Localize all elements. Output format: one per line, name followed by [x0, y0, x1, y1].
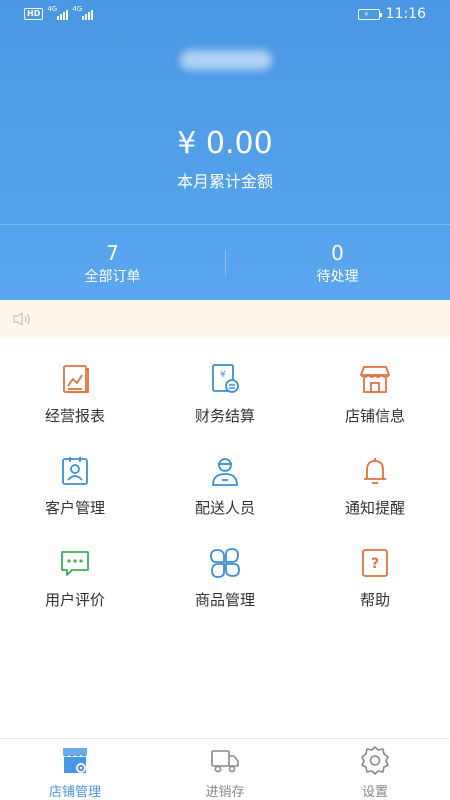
- delivery-person-icon: [212, 458, 238, 486]
- signal-icon: 4G: [72, 5, 94, 20]
- menu-item-goods[interactable]: 商品管理: [150, 539, 300, 619]
- menu-item-review[interactable]: 用户评价: [0, 539, 150, 619]
- tab-inventory[interactable]: 进销存: [150, 739, 300, 800]
- menu-label: 用户评价: [44, 591, 105, 609]
- menu-item-notify[interactable]: 通知提醒: [300, 447, 450, 527]
- menu-label: 帮助: [359, 591, 390, 609]
- menu-label: 店铺信息: [344, 407, 405, 425]
- monthly-amount: ¥ 0.00: [177, 126, 273, 161]
- all-orders-label: 全部订单: [84, 269, 141, 285]
- gear-icon: [361, 746, 389, 775]
- menu-item-finance[interactable]: ¥ 财务结算: [150, 355, 300, 435]
- finance-settlement-icon: ¥: [212, 364, 239, 393]
- pending-count: 0: [331, 241, 344, 265]
- speaker-icon: [13, 312, 30, 326]
- pending-label: 待处理: [316, 269, 359, 285]
- svg-text:?: ?: [371, 556, 379, 572]
- help-icon: ?: [362, 549, 388, 577]
- menu-label: 通知提醒: [344, 499, 405, 517]
- store-icon: [360, 366, 390, 393]
- hd-badge: HD: [24, 8, 44, 20]
- bottom-tab-bar: 店铺管理 进销存 设置: [0, 738, 450, 800]
- truck-icon: [211, 750, 239, 773]
- menu-label: 商品管理: [194, 591, 255, 609]
- menu-label: 财务结算: [194, 407, 255, 425]
- chat-bubble-icon: [61, 551, 89, 576]
- report-chart-icon: [63, 365, 89, 393]
- petals-icon: [210, 548, 240, 578]
- bell-icon: [364, 458, 386, 484]
- status-bar: HD 4G 4G ⚡ 11:16: [0, 0, 450, 30]
- store-manage-icon: [63, 748, 87, 773]
- customer-card-icon: [62, 457, 88, 485]
- monthly-amount-label: 本月累计金额: [176, 172, 273, 191]
- svg-text:¥: ¥: [220, 370, 226, 380]
- menu-label: 配送人员: [194, 499, 255, 517]
- all-orders-stat[interactable]: 7 全部订单: [0, 240, 225, 288]
- menu-item-customer[interactable]: 客户管理: [0, 447, 150, 527]
- notice-bar[interactable]: [0, 300, 450, 338]
- menu-item-help[interactable]: ? 帮助: [300, 539, 450, 619]
- shop-name-blurred: [180, 50, 272, 70]
- menu-item-delivery[interactable]: 配送人员: [150, 447, 300, 527]
- menu-item-report[interactable]: 经营报表: [0, 355, 150, 435]
- signal-icon: 4G: [47, 5, 69, 20]
- divider: [0, 224, 450, 225]
- menu-label: 经营报表: [44, 407, 105, 425]
- clock: 11:16: [385, 6, 426, 22]
- header: HD 4G 4G ⚡ 11:16 ¥ 0.00 本月累计金额 7 全部订单 0 …: [0, 0, 450, 300]
- pending-stat[interactable]: 0 待处理: [225, 240, 450, 288]
- all-orders-count: 7: [106, 241, 119, 265]
- tab-settings[interactable]: 设置: [300, 739, 450, 800]
- tab-label: 进销存: [205, 785, 245, 800]
- battery-icon: ⚡: [357, 8, 382, 20]
- tab-label: 店铺管理: [48, 785, 101, 800]
- tab-store-manage[interactable]: 店铺管理: [0, 739, 150, 800]
- menu-item-store-info[interactable]: 店铺信息: [300, 355, 450, 435]
- tab-label: 设置: [361, 785, 388, 800]
- menu-label: 客户管理: [44, 499, 105, 517]
